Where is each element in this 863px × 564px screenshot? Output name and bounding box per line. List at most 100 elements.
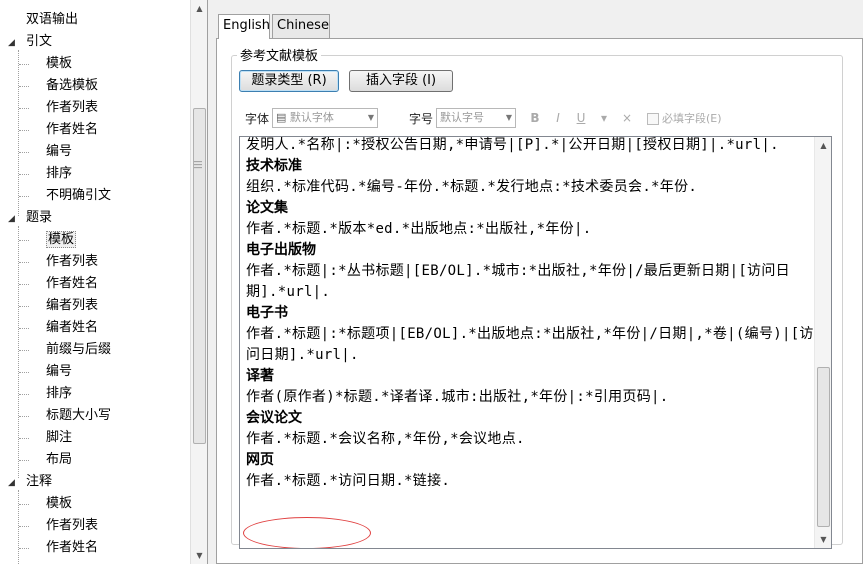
tree-item[interactable]: 编号 — [19, 141, 73, 163]
expand-icon[interactable]: ◢ — [8, 472, 26, 494]
template-entry[interactable]: 发明人.*名称|:*授权公告日期,*申请号|[P].*|公开日期|[授权日期]|… — [246, 137, 814, 156]
tree-item[interactable]: 模板 — [19, 53, 73, 75]
template-entry[interactable]: 会议论文 作者.*标题.*会议名称,*年份,*会议地点. — [246, 408, 814, 450]
tree-item-label: 标题大小写 — [46, 408, 112, 423]
scroll-up-icon[interactable]: ▲ — [191, 0, 207, 17]
entry-template[interactable]: 作者.*标题.*版本*ed.*出版地点:*出版社,*年份|. — [246, 219, 814, 240]
template-entry[interactable]: 电子出版物 作者.*标题|:*丛书标题|[EB/OL].*城市:*出版社,*年份|… — [246, 240, 814, 303]
editor-content[interactable]: 发明人.*名称|:*授权公告日期,*申请号|[P].*|公开日期|[授权日期]|… — [246, 137, 814, 492]
entry-title: 网页 — [246, 452, 274, 468]
bold-button[interactable]: B — [527, 109, 543, 127]
tree-item[interactable]: 布局 — [19, 449, 73, 471]
entry-title: 技术标准 — [246, 158, 302, 174]
tree-item[interactable]: 双语输出 — [8, 9, 78, 31]
tab-content: 参考文献模板 题录类型 (R) 插入字段 (I) 字体 ▤ 默认字体 ▼ 字号 … — [216, 38, 863, 564]
expand-icon[interactable]: ◢ — [8, 208, 26, 230]
tree-item-label: 作者姓名 — [46, 540, 99, 555]
required-field-checkbox[interactable] — [647, 113, 659, 125]
tab-english[interactable]: English — [218, 14, 270, 39]
entry-title: 译著 — [246, 368, 274, 384]
tree-branch-line — [19, 372, 29, 373]
size-label: 字号 — [409, 112, 434, 126]
tree-item-label: 编号 — [46, 364, 73, 379]
record-type-button[interactable]: 题录类型 (R) — [239, 70, 339, 92]
tree-branch-line — [19, 240, 29, 241]
tree-item[interactable]: 作者姓名 — [19, 273, 99, 295]
tree-item[interactable]: ◢ 题录 — [8, 207, 52, 229]
tree-item[interactable]: ◢ 引文 — [8, 31, 52, 53]
tree-item[interactable]: 标题大小写 — [19, 405, 112, 427]
tree-item-label: 模板 — [46, 56, 73, 71]
tree-branch-line — [19, 328, 29, 329]
clear-format-button[interactable]: × — [619, 109, 635, 127]
tree-branch-line — [19, 438, 29, 439]
tree-item[interactable]: 作者姓名 — [19, 119, 98, 141]
tree-item-label: 编者姓名 — [46, 320, 99, 335]
entry-template[interactable]: 作者.*标题.*访问日期.*链接. — [246, 471, 814, 492]
tree-item[interactable]: 作者列表 — [19, 97, 99, 119]
template-entry[interactable]: 论文集作者.*标题.*版本*ed.*出版地点:*出版社,*年份|. — [246, 198, 814, 240]
tree-item-label: 布局 — [46, 452, 73, 467]
entry-template[interactable]: 作者.*标题.*会议名称,*年份,*会议地点. — [246, 429, 814, 450]
scroll-down-icon[interactable]: ▼ — [191, 547, 207, 564]
tree-branch-line — [19, 548, 29, 549]
tree-branch-line — [19, 196, 29, 197]
tree-branch-line — [19, 350, 29, 351]
tree-branch-line — [19, 460, 29, 461]
entry-template[interactable]: 组织.*标准代码.*编号-年份.*标题.*发行地点:*技术委员会.*年份. — [246, 177, 814, 198]
template-editor[interactable]: 发明人.*名称|:*授权公告日期,*申请号|[P].*|公开日期|[授权日期]|… — [239, 136, 832, 549]
entry-template[interactable]: 作者(原作者)*标题.*译者译.城市:出版社,*年份|:*引用页码|. — [246, 387, 814, 408]
size-select[interactable]: 默认字号 ▼ — [436, 108, 516, 128]
size-value: 默认字号 — [440, 111, 484, 124]
tree-item[interactable]: 脚注 — [19, 427, 73, 449]
group-title: 参考文献模板 — [237, 45, 322, 64]
entry-template[interactable]: 作者.*标题|:*丛书标题|[EB/OL].*城市:*出版社,*年份|/最后更新… — [246, 261, 814, 303]
tree-item-label: 排序 — [46, 386, 73, 401]
tree-item[interactable]: 作者列表 — [19, 251, 98, 273]
italic-button[interactable]: I — [550, 109, 566, 127]
entry-title: 论文集 — [246, 200, 288, 216]
scroll-thumb[interactable] — [817, 367, 830, 527]
entry-template[interactable]: 发明人.*名称|:*授权公告日期,*申请号|[P].*|公开日期|[授权日期]|… — [246, 137, 814, 156]
tree-item-label: 编号 — [46, 144, 73, 159]
template-entry[interactable]: 电子书 作者.*标题|:*标题项|[EB/OL].*出版地点:*出版社,*年份|/… — [246, 303, 814, 366]
font-label: 字体 — [245, 112, 270, 126]
tree-item[interactable]: 备选模板 — [19, 75, 98, 97]
tree-item[interactable]: ◢ 注释 — [8, 471, 52, 493]
tree-item-label: 不明确引文 — [46, 188, 112, 203]
tree-branch-line — [19, 526, 29, 527]
tree-item[interactable]: 前缀与后缀 — [19, 339, 112, 361]
insert-field-button[interactable]: 插入字段 (I) — [349, 70, 453, 92]
tree-item-label: 脚注 — [46, 430, 73, 445]
tree-scrollbar[interactable]: ▲ ― ― ― ▼ — [190, 0, 207, 564]
entry-template[interactable]: 作者.*标题|:*标题项|[EB/OL].*出版地点:*出版社,*年份|/日期|… — [246, 324, 814, 366]
tree-item-label: 作者姓名 — [46, 276, 99, 291]
tree-guide-line — [18, 490, 19, 564]
tree-item[interactable]: 编者姓名 — [19, 317, 99, 339]
expand-icon[interactable]: ◢ — [8, 32, 26, 54]
template-entry[interactable]: 译著作者(原作者)*标题.*译者译.城市:出版社,*年份|:*引用页码|. — [246, 366, 814, 408]
template-entry[interactable]: 网页作者.*标题.*访问日期.*链接. — [246, 450, 814, 492]
tree-item[interactable]: 作者列表 — [19, 515, 99, 537]
tree-item-label: 前缀与后缀 — [46, 342, 112, 357]
scroll-down-icon[interactable]: ▼ — [815, 531, 831, 548]
editor-scrollbar[interactable]: ▲ ▼ — [814, 137, 831, 548]
tree-item[interactable]: 模板 — [19, 493, 72, 515]
tree-item[interactable]: 作者姓名 — [19, 537, 99, 559]
tree-item[interactable]: 排序 — [19, 383, 73, 405]
tree-item[interactable]: 排序 — [19, 163, 72, 185]
tree-item-label: 作者列表 — [46, 100, 99, 115]
tree-item[interactable]: 编号 — [19, 361, 73, 383]
font-select[interactable]: ▤ 默认字体 ▼ — [272, 108, 378, 128]
underline-button[interactable]: U — [573, 109, 589, 127]
more-icon[interactable]: ▾ — [596, 109, 612, 127]
scroll-up-icon[interactable]: ▲ — [815, 137, 831, 154]
tree-item-label: 作者列表 — [46, 518, 99, 533]
tab-chinese[interactable]: Chinese — [272, 14, 330, 38]
tree-item[interactable]: 模板 — [19, 229, 77, 251]
required-field-label: 必填字段(E) — [662, 112, 722, 125]
template-entry[interactable]: 技术标准组织.*标准代码.*编号-年份.*标题.*发行地点:*技术委员会.*年份… — [246, 156, 814, 198]
tree-branch-line — [19, 284, 29, 285]
tree-item[interactable]: 编者列表 — [19, 295, 98, 317]
tree-item[interactable]: 不明确引文 — [19, 185, 112, 207]
